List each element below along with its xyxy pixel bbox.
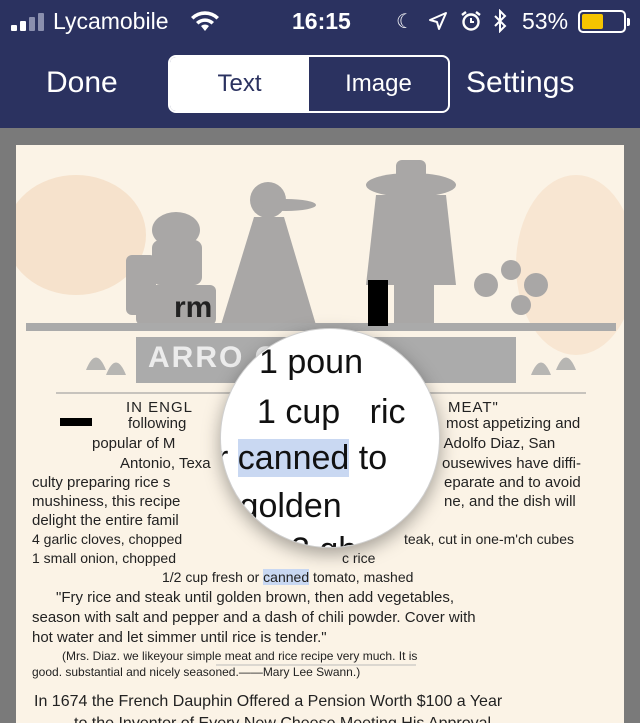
doc-line: Antonio, Texa bbox=[120, 455, 211, 472]
document-viewer[interactable]: ARRO CARNE rm IN ENGL MEAT" following mo… bbox=[0, 128, 640, 723]
done-button[interactable]: Done bbox=[46, 66, 118, 100]
signal-icon bbox=[11, 11, 47, 31]
doc-line: good. substantial and nicely seasoned.——… bbox=[32, 665, 361, 679]
ocr-mark bbox=[60, 418, 92, 426]
doc-line: popular of M bbox=[92, 435, 176, 452]
doc-line: 1/2 cup fresh or canned tomato, mashed bbox=[162, 569, 413, 585]
tab-image[interactable]: Image bbox=[309, 57, 448, 111]
battery-percent: 53% bbox=[522, 8, 569, 34]
status-bar: Lycamobile 16:15 ☾ 53% bbox=[0, 0, 640, 42]
doc-line: ousewives have diffi- bbox=[442, 455, 581, 472]
doc-line: following bbox=[128, 415, 187, 432]
doc-line: 4 garlic cloves, chopped bbox=[32, 531, 183, 547]
doc-line: hot water and let simmer until rice is t… bbox=[32, 629, 327, 646]
wifi-icon bbox=[191, 11, 219, 31]
doc-line: teak, cut in one-m'ch cubes bbox=[404, 531, 574, 547]
magnified-text: ric bbox=[369, 393, 406, 431]
moon-icon: ☾ bbox=[396, 11, 414, 33]
ocr-fragment: rm bbox=[174, 291, 213, 324]
doc-line: mushiness, this recipe bbox=[32, 493, 181, 510]
doc-line: MEAT" bbox=[448, 399, 499, 416]
doc-line: season with salt and pepper and a dash o… bbox=[32, 609, 476, 626]
battery-fill bbox=[582, 14, 604, 29]
doc-line: "Fry rice and steak until golden brown, … bbox=[56, 589, 455, 606]
search-highlight[interactable]: canned bbox=[263, 569, 310, 585]
magnified-text: r canned to bbox=[221, 439, 388, 478]
view-mode-segmented-control: Text Image bbox=[168, 55, 450, 113]
magnified-text: 1 cup bbox=[257, 393, 350, 431]
battery-icon bbox=[578, 10, 630, 33]
clock: 16:15 bbox=[292, 8, 351, 34]
tab-text[interactable]: Text bbox=[170, 57, 309, 111]
magnified-text: il bbox=[221, 487, 231, 525]
ocr-mark bbox=[368, 280, 388, 326]
magnified-text: il golden bbox=[221, 487, 342, 526]
bluetooth-icon bbox=[494, 9, 507, 33]
magnified-text: 1 cup ric bbox=[257, 393, 406, 432]
magnified-text: golden bbox=[230, 487, 342, 525]
doc-text: 1/2 cup fresh or bbox=[162, 569, 264, 585]
magnified-highlight: canned bbox=[237, 439, 350, 477]
magnified-text: 1 poun bbox=[259, 343, 363, 381]
doc-line: In 1674 the French Dauphin Offered a Pen… bbox=[34, 693, 503, 710]
magnified-text: 3 gh bbox=[291, 531, 357, 547]
doc-line: (Mrs. Diaz. we likeyour simple meat and … bbox=[62, 649, 418, 663]
doc-line: c rice bbox=[342, 550, 376, 566]
settings-button[interactable]: Settings bbox=[466, 66, 574, 100]
doc-line: 1 small onion, chopped bbox=[32, 550, 176, 566]
magnified-text: r bbox=[221, 439, 238, 477]
magnifier-loupe: 1 poun 1 cup ric r canned to il golden 3… bbox=[220, 328, 440, 548]
alarm-icon bbox=[461, 11, 481, 31]
doc-line: IN ENGL bbox=[126, 399, 194, 416]
doc-text: tomato, mashed bbox=[309, 569, 414, 585]
doc-line: . Adolfo Diaz, San bbox=[436, 435, 556, 452]
carrier-name: Lycamobile bbox=[53, 8, 169, 34]
doc-line: culty preparing rice s bbox=[32, 474, 171, 491]
doc-line: to the Inventor of Every New Cheese Meet… bbox=[74, 715, 496, 723]
doc-line: most appetizing and bbox=[446, 415, 581, 432]
doc-line: delight the entire famil bbox=[32, 512, 179, 529]
doc-line: ne, and the dish will bbox=[444, 493, 576, 510]
magnified-text: to bbox=[349, 439, 388, 477]
doc-line: eparate and to avoid bbox=[444, 474, 581, 491]
nav-bar: Done Text Image Settings bbox=[0, 42, 640, 128]
location-arrow-icon bbox=[429, 12, 447, 30]
